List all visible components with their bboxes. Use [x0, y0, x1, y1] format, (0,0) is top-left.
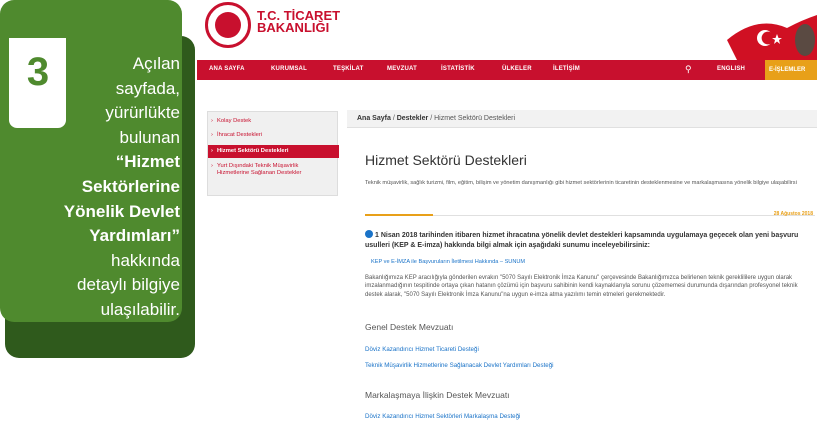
body-paragraph: Bakanlığımıza KEP aracılığıyla gönderile…	[365, 275, 798, 298]
nav-kurumsal[interactable]: KURUMSAL	[271, 66, 307, 72]
ministry-name[interactable]: T.C. TİCARET BAKANLIĞI	[257, 9, 340, 35]
kep-presentation-link[interactable]: KEP ve E-İMZA ile Başvuruların İletilmes…	[371, 259, 525, 265]
search-icon[interactable]: ⚲	[685, 64, 692, 75]
section-heading: Markalaşmaya İlişkin Destek Mevzuatı	[365, 390, 510, 400]
instruction-line: yürürlükte	[105, 103, 180, 123]
instruction-line: bulunan	[119, 127, 180, 147]
side-menu-label: Yurt Dışındaki Teknik Müşavirlik Hizmetl…	[217, 163, 302, 176]
instruction-line: Sektörlerine	[81, 176, 180, 196]
side-menu: › Kolay Destek › İhracat Destekleri › Hizme…	[207, 111, 339, 196]
instruction-line: Açılan	[132, 54, 180, 73]
title-divider-accent	[365, 214, 433, 216]
nav-iletisim[interactable]: İLETİŞİM	[553, 66, 580, 72]
page-title: Hizmet Sektörü Destekleri	[365, 152, 527, 168]
breadcrumb: Ana Sayfa / Destekler / Hizmet Sektörü D…	[347, 110, 817, 128]
legislation-link[interactable]: Döviz Kazandırıcı Hizmet Sektörleri Mark…	[365, 413, 520, 420]
instruction-line: detaylı bilgiye	[76, 275, 180, 295]
chevron-right-icon: ›	[211, 118, 213, 124]
side-menu-item-active[interactable]: › Hizmet Sektörü Destekleri	[208, 145, 339, 158]
legislation-link[interactable]: Döviz Kazandırıcı Hizmet Ticareti Desteğ…	[365, 346, 479, 353]
side-menu-label: Kolay Destek	[217, 118, 252, 124]
nav-teskilat[interactable]: TEŞKİLAT	[333, 66, 364, 72]
publish-date: 28 Ağustos 2018	[773, 211, 813, 217]
section-heading: Genel Destek Mevzuatı	[365, 322, 454, 332]
instruction-line: Yönelik Devlet	[63, 201, 180, 221]
nav-mevzuat[interactable]: MEVZUAT	[387, 66, 417, 72]
instruction-text: Açılan sayfada, yürürlükte bulunan “Hizm…	[20, 52, 180, 323]
intro-text: Teknik müşavirlik, sağlık turizmi, film,…	[365, 180, 797, 186]
nav-english[interactable]: ENGLISH	[717, 66, 745, 72]
chevron-right-icon: ›	[211, 148, 213, 154]
legislation-link[interactable]: Teknik Müşavirlik Hizmetlerine Sağlanaca…	[365, 362, 554, 369]
breadcrumb-separator: /	[430, 115, 433, 122]
info-icon	[365, 230, 373, 238]
nav-istatistik[interactable]: İSTATİSTİK	[441, 66, 475, 72]
main-content: Hizmet Sektörü Destekleri Teknik müşavir…	[347, 138, 817, 427]
chevron-right-icon: ›	[211, 163, 213, 169]
side-menu-label: Hizmet Sektörü Destekleri	[217, 148, 289, 154]
breadcrumb-home[interactable]: Ana Sayfa	[357, 115, 391, 122]
breadcrumb-current: Hizmet Sektörü Destekleri	[434, 115, 516, 122]
ministry-logo-icon[interactable]	[205, 2, 251, 48]
side-menu-item[interactable]: › İhracat Destekleri	[208, 132, 339, 138]
instruction-line: sayfada,	[115, 78, 180, 98]
instruction-line: Yardımları”	[89, 226, 180, 246]
side-menu-label: İhracat Destekleri	[217, 132, 263, 138]
chevron-right-icon: ›	[211, 132, 213, 138]
breadcrumb-parent[interactable]: Destekler	[397, 115, 429, 122]
breadcrumb-separator: /	[392, 115, 395, 122]
announcement-headline: 1 Nisan 2018 tarihinden itibaren hizmet …	[365, 230, 815, 251]
side-menu-item[interactable]: › Kolay Destek	[208, 118, 339, 124]
eislemler-button[interactable]: E-İŞLEMLER	[765, 60, 817, 80]
announcement-headline-text: 1 Nisan 2018 tarihinden itibaren hizmet …	[365, 232, 799, 249]
nav-ulkeler[interactable]: ÜLKELER	[502, 66, 532, 72]
title-divider	[433, 215, 815, 216]
ministry-name-line2: BAKANLIĞI	[257, 20, 330, 35]
instruction-line: ulaşılabilir.	[100, 299, 180, 319]
nav-ana-sayfa[interactable]: ANA SAYFA	[209, 66, 245, 72]
instruction-line: hakkında	[111, 250, 180, 270]
website-screenshot: T.C. TİCARET BAKANLIĞI ANA SAYFA KURUMSA…	[197, 0, 817, 427]
turkish-flag-icon	[727, 15, 817, 60]
side-menu-item[interactable]: › Yurt Dışındaki Teknik Müşavirlik Hizmet…	[208, 163, 330, 177]
instruction-line: “Hizmet	[115, 152, 180, 172]
main-nav: ANA SAYFA KURUMSAL TEŞKİLAT MEVZUAT İSTA…	[197, 60, 817, 80]
